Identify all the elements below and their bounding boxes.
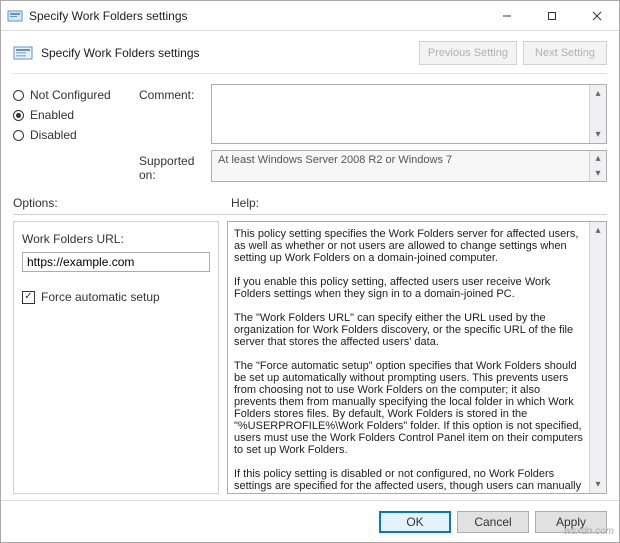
checkbox-label: Force automatic setup	[41, 290, 160, 304]
supported-on-box: At least Windows Server 2008 R2 or Windo…	[211, 150, 607, 182]
scroll-down-icon[interactable]: ▾	[590, 476, 606, 493]
ok-button[interactable]: OK	[379, 511, 451, 533]
radio-icon	[13, 90, 24, 101]
radio-enabled[interactable]: Enabled	[13, 108, 127, 122]
scroll-up-icon[interactable]: ▴	[590, 222, 606, 239]
window-title: Specify Work Folders settings	[29, 9, 484, 23]
radio-icon	[13, 130, 24, 141]
apply-button[interactable]: Apply	[535, 511, 607, 533]
help-pane: This policy setting specifies the Work F…	[227, 221, 607, 494]
header-strip: Specify Work Folders settings Previous S…	[1, 31, 619, 71]
dialog-footer: OK Cancel Apply	[1, 500, 619, 542]
cancel-button[interactable]: Cancel	[457, 511, 529, 533]
radio-label: Not Configured	[30, 88, 111, 102]
radio-icon	[13, 110, 24, 121]
radio-label: Disabled	[30, 128, 77, 142]
radio-disabled[interactable]: Disabled	[13, 128, 127, 142]
comment-textarea[interactable]: ▴ ▾	[211, 84, 607, 144]
comment-label: Comment:	[139, 84, 211, 102]
scroll-up-icon[interactable]: ▴	[590, 85, 606, 102]
config-area: Not Configured Enabled Disabled Comment:…	[1, 80, 619, 186]
scrollbar[interactable]: ▴ ▾	[589, 85, 606, 143]
supported-label: Supported on:	[139, 150, 211, 182]
checkbox-icon: ✓	[22, 291, 35, 304]
work-folders-url-input[interactable]	[22, 252, 210, 272]
divider	[13, 214, 607, 215]
maximize-button[interactable]	[529, 1, 574, 31]
close-button[interactable]	[574, 1, 619, 31]
radio-label: Enabled	[30, 108, 74, 122]
scroll-up-icon[interactable]: ▴	[590, 151, 606, 166]
scrollbar[interactable]: ▴ ▾	[589, 222, 606, 493]
help-text: This policy setting specifies the Work F…	[228, 222, 589, 493]
options-label: Options:	[13, 196, 231, 210]
supported-value: At least Windows Server 2008 R2 or Windo…	[218, 154, 452, 166]
previous-setting-button[interactable]: Previous Setting	[419, 41, 517, 65]
next-setting-button[interactable]: Next Setting	[523, 41, 607, 65]
pane-labels: Options: Help:	[1, 186, 619, 214]
help-label: Help:	[231, 196, 607, 210]
work-folders-url-label: Work Folders URL:	[22, 232, 210, 246]
policy-header-icon	[13, 45, 33, 61]
scroll-down-icon[interactable]: ▾	[590, 166, 606, 181]
policy-icon	[7, 8, 23, 24]
force-automatic-setup-checkbox[interactable]: ✓ Force automatic setup	[22, 290, 210, 304]
panes: Work Folders URL: ✓ Force automatic setu…	[1, 221, 619, 494]
divider	[13, 73, 607, 74]
minimize-button[interactable]	[484, 1, 529, 31]
titlebar: Specify Work Folders settings	[1, 1, 619, 31]
state-radios: Not Configured Enabled Disabled	[13, 84, 127, 182]
page-title: Specify Work Folders settings	[41, 46, 419, 60]
radio-not-configured[interactable]: Not Configured	[13, 88, 127, 102]
scroll-down-icon[interactable]: ▾	[590, 126, 606, 143]
scrollbar[interactable]: ▴ ▾	[589, 151, 606, 181]
options-pane: Work Folders URL: ✓ Force automatic setu…	[13, 221, 219, 494]
